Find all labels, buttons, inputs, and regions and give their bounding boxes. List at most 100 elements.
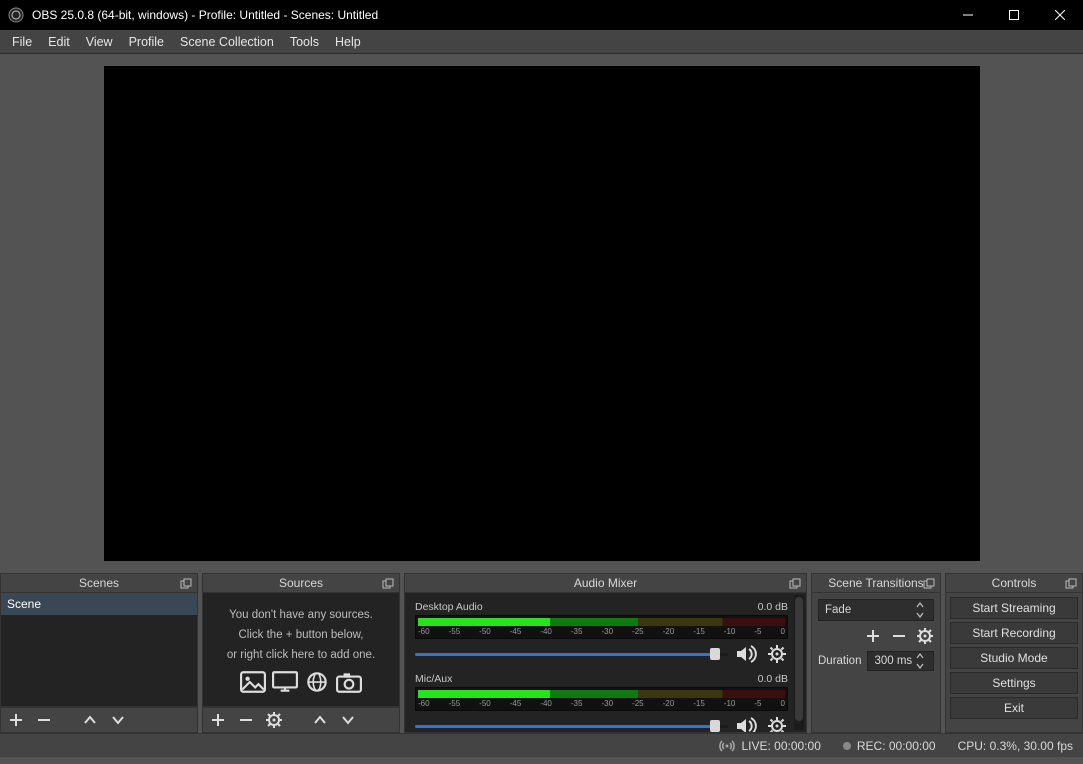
scene-remove-button[interactable]: [35, 711, 53, 729]
menu-file[interactable]: File: [4, 30, 40, 54]
tick: -20: [663, 699, 675, 708]
source-properties-button[interactable]: [265, 711, 283, 729]
globe-icon: [304, 671, 330, 693]
tick: -45: [510, 627, 522, 636]
tick: -35: [571, 627, 583, 636]
menu-scene-collection[interactable]: Scene Collection: [172, 30, 282, 54]
channel-meter: -60-55-50-45-40-35-30-25-20-15-10-50: [415, 615, 788, 639]
source-move-down-button[interactable]: [339, 711, 357, 729]
menu-view[interactable]: View: [78, 30, 121, 54]
channel-meter: -60-55-50-45-40-35-30-25-20-15-10-50: [415, 687, 788, 711]
channel-settings-button[interactable]: [766, 645, 788, 663]
duration-label: Duration: [818, 655, 861, 667]
start-streaming-button[interactable]: Start Streaming: [950, 597, 1078, 619]
menu-tools[interactable]: Tools: [282, 30, 327, 54]
scenes-list[interactable]: Scene: [0, 593, 198, 707]
menu-bar: File Edit View Profile Scene Collection …: [0, 30, 1083, 54]
mixer-body: Desktop Audio 0.0 dB -60-55-50-45-40-35-…: [404, 593, 807, 733]
tick: -60: [418, 699, 430, 708]
channel-name: Mic/Aux: [415, 673, 452, 685]
channel-settings-button[interactable]: [766, 717, 788, 733]
tick: -15: [693, 627, 705, 636]
tick: -60: [418, 627, 430, 636]
sources-list[interactable]: You don't have any sources. Click the + …: [202, 593, 400, 707]
source-add-button[interactable]: [209, 711, 227, 729]
duration-value: 300 ms: [874, 655, 912, 667]
mixer-scrollbar[interactable]: [794, 595, 804, 730]
tick: -50: [479, 627, 491, 636]
transition-remove-button[interactable]: [890, 627, 908, 645]
transition-selected: Fade: [825, 604, 851, 616]
tick: -40: [540, 699, 552, 708]
mixer-popout-icon[interactable]: [788, 577, 802, 591]
tick: -35: [571, 699, 583, 708]
volume-slider[interactable]: [415, 651, 728, 657]
status-live-text: LIVE: 00:00:00: [741, 739, 820, 753]
tick: -40: [540, 627, 552, 636]
source-remove-button[interactable]: [237, 711, 255, 729]
transition-settings-button[interactable]: [916, 627, 934, 645]
settings-button[interactable]: Settings: [950, 672, 1078, 694]
window-titlebar: OBS 25.0.8 (64-bit, windows) - Profile: …: [0, 0, 1083, 30]
chevron-updown-icon: [913, 600, 927, 620]
sources-title-text: Sources: [279, 576, 323, 590]
scene-item[interactable]: Scene: [1, 593, 197, 615]
obs-logo-icon: [8, 7, 24, 23]
image-icon: [240, 671, 266, 693]
tick: -25: [632, 627, 644, 636]
mixer-channel-desktop-audio: Desktop Audio 0.0 dB -60-55-50-45-40-35-…: [415, 601, 788, 663]
scenes-dock: Scenes Scene: [0, 573, 198, 733]
transition-select[interactable]: Fade: [818, 599, 934, 621]
controls-popout-icon[interactable]: [1064, 577, 1078, 591]
maximize-button[interactable]: [991, 0, 1037, 30]
scene-move-down-button[interactable]: [109, 711, 127, 729]
scene-transitions-dock: Scene Transitions Fade Duration 300 ms: [811, 573, 941, 733]
sources-dock-title: Sources: [202, 573, 400, 593]
mixer-channel-mic-aux: Mic/Aux 0.0 dB -60-55-50-45-40-35-30-25-…: [415, 673, 788, 733]
record-dot-icon: [843, 742, 851, 750]
scene-move-up-button[interactable]: [81, 711, 99, 729]
exit-button[interactable]: Exit: [950, 697, 1078, 719]
mute-button[interactable]: [736, 717, 758, 733]
tick: -30: [601, 627, 613, 636]
mute-button[interactable]: [736, 645, 758, 663]
minimize-button[interactable]: [945, 0, 991, 30]
status-rec-text: REC: 00:00:00: [857, 739, 936, 753]
menu-edit[interactable]: Edit: [40, 30, 78, 54]
controls-dock: Controls Start Streaming Start Recording…: [945, 573, 1083, 733]
tick: -5: [754, 627, 761, 636]
sources-hint-icons: [240, 671, 362, 693]
tick: -15: [693, 699, 705, 708]
tick: -45: [510, 699, 522, 708]
close-button[interactable]: [1037, 0, 1083, 30]
tick: -30: [601, 699, 613, 708]
transitions-title-text: Scene Transitions: [828, 576, 923, 590]
start-recording-button[interactable]: Start Recording: [950, 622, 1078, 644]
scene-add-button[interactable]: [7, 711, 25, 729]
source-move-up-button[interactable]: [311, 711, 329, 729]
sources-toolbar: [202, 707, 400, 733]
sources-empty-line3: or right click here to add one.: [227, 647, 375, 663]
tick: 0: [781, 627, 785, 636]
sources-popout-icon[interactable]: [381, 577, 395, 591]
tick: 0: [781, 699, 785, 708]
scenes-popout-icon[interactable]: [179, 577, 193, 591]
duration-input[interactable]: 300 ms: [867, 651, 934, 671]
mixer-dock-title: Audio Mixer: [404, 573, 807, 593]
status-live: LIVE: 00:00:00: [719, 739, 820, 753]
tick: -55: [449, 627, 461, 636]
transitions-popout-icon[interactable]: [922, 577, 936, 591]
broadcast-icon: [719, 740, 735, 752]
menu-profile[interactable]: Profile: [121, 30, 172, 54]
scenes-dock-title: Scenes: [0, 573, 198, 593]
volume-slider[interactable]: [415, 723, 728, 729]
studio-mode-button[interactable]: Studio Mode: [950, 647, 1078, 669]
mixer-title-text: Audio Mixer: [574, 576, 637, 590]
status-bar: LIVE: 00:00:00 REC: 00:00:00 CPU: 0.3%, …: [0, 733, 1083, 757]
menu-help[interactable]: Help: [327, 30, 369, 54]
chevron-updown-icon: [913, 651, 927, 671]
display-icon: [272, 671, 298, 693]
transition-add-button[interactable]: [864, 627, 882, 645]
status-cpu-text: CPU: 0.3%, 30.00 fps: [958, 739, 1073, 753]
preview-canvas[interactable]: [104, 66, 980, 561]
